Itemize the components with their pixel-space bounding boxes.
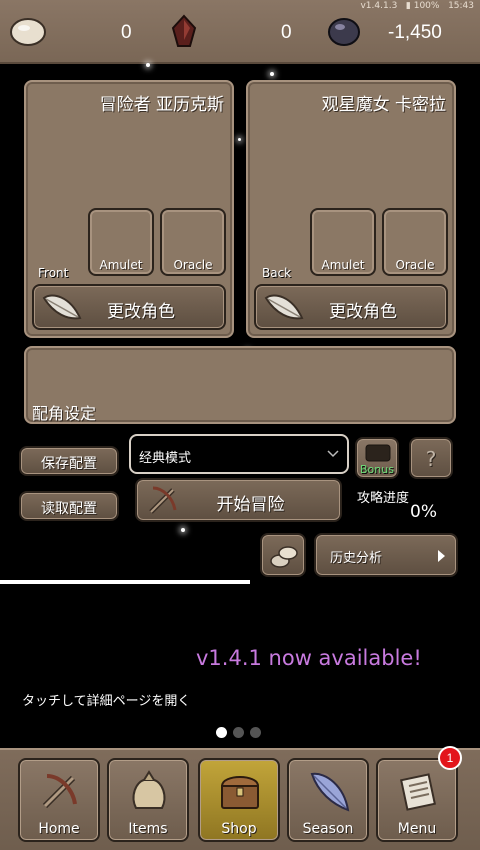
notification-badge: 1 xyxy=(438,746,462,770)
mode-select-value: 经典模式 xyxy=(139,451,192,466)
scroll-icon xyxy=(400,773,436,811)
nav-home[interactable]: Home xyxy=(18,758,100,842)
red-gem-icon xyxy=(171,14,197,47)
front-change-character-button[interactable]: 更改角色 xyxy=(32,284,226,330)
dark-gem-icon xyxy=(328,18,360,46)
history-analysis-label: 历史分析 xyxy=(330,551,383,566)
crossbow-icon xyxy=(42,774,77,809)
help-button[interactable]: ? xyxy=(409,437,453,479)
page-dot[interactable] xyxy=(250,727,261,738)
battery-icon: ▮ xyxy=(405,1,411,11)
bonus-label: Bonus xyxy=(360,463,394,476)
bottom-navigation: Home Items Shop Season Menu 1 xyxy=(0,746,480,850)
star xyxy=(238,138,241,141)
dark-gem-count: -1,450 xyxy=(388,22,442,43)
help-label: ? xyxy=(425,447,437,471)
back-change-character-button[interactable]: 更改角色 xyxy=(254,284,448,330)
version-text: v1.4.1.3 xyxy=(360,1,398,11)
loading-bar xyxy=(0,580,250,584)
nav-season[interactable]: Season xyxy=(287,758,369,842)
front-character-panel: 冒险者 亚历克斯 Amulet Oracle 更改角色 xyxy=(24,80,234,338)
progress-label: 攻略进度 xyxy=(357,491,410,506)
red-gem-count: 0 xyxy=(281,22,292,43)
support-settings-label: 配角设定 xyxy=(32,404,97,423)
nav-items-label: Items xyxy=(128,821,168,837)
change-character-label: 更改角色 xyxy=(107,302,175,322)
page-dot[interactable] xyxy=(233,727,244,738)
front-position-label: Front xyxy=(38,266,69,280)
chest-icon xyxy=(220,776,260,809)
nav-menu-label: Menu xyxy=(397,821,437,837)
start-adventure-label: 开始冒险 xyxy=(216,495,285,515)
status-bar: v1.4.1.3 ▮ 100% 15:43 xyxy=(360,1,474,11)
history-analysis-button[interactable]: 历史分析 xyxy=(314,533,458,577)
support-character-panel[interactable]: 配角设定 xyxy=(24,346,456,424)
back-oracle-slot[interactable]: Oracle xyxy=(382,208,448,276)
feather-icon xyxy=(310,772,350,812)
start-adventure-button[interactable]: 开始冒险 xyxy=(135,478,342,522)
resource-bar: v1.4.1.3 ▮ 100% 15:43 0 0 -1,450 xyxy=(0,0,480,64)
nav-menu[interactable]: Menu 1 xyxy=(376,746,462,842)
page-dot[interactable] xyxy=(216,727,227,738)
bonus-button[interactable]: Bonus xyxy=(355,437,399,479)
back-amulet-slot[interactable]: Amulet xyxy=(310,208,376,276)
star xyxy=(146,63,150,67)
mode-select[interactable]: 经典模式 xyxy=(129,434,349,474)
amulet-label: Amulet xyxy=(99,258,143,272)
back-character-panel: 观星魔女 卡密拉 Amulet Oracle 更改角色 xyxy=(246,80,456,338)
front-character-name: 冒险者 亚历克斯 xyxy=(99,95,224,115)
time-text: 15:43 xyxy=(448,1,474,11)
chevron-down-icon xyxy=(327,450,339,458)
chevron-right-icon xyxy=(438,550,445,562)
bag-icon xyxy=(132,770,166,809)
star xyxy=(270,72,274,76)
oracle-label: Oracle xyxy=(395,258,435,272)
update-notice[interactable]: v1.4.1 now available! xyxy=(196,646,422,670)
save-config-label: 保存配置 xyxy=(41,456,97,472)
front-amulet-slot[interactable]: Amulet xyxy=(88,208,154,276)
back-character-name: 观星魔女 卡密拉 xyxy=(321,95,446,115)
nav-home-label: Home xyxy=(38,821,80,837)
front-oracle-slot[interactable]: Oracle xyxy=(160,208,226,276)
load-config-button[interactable]: 读取配置 xyxy=(19,491,119,521)
video-icon xyxy=(365,444,391,462)
stone-count: 0 xyxy=(121,22,132,43)
nav-shop[interactable]: Shop xyxy=(198,758,280,842)
coins-icon xyxy=(270,546,298,568)
tap-detail-text[interactable]: タッチして詳細ページを開く xyxy=(22,690,190,709)
nav-items[interactable]: Items xyxy=(107,758,189,842)
stone-icon xyxy=(10,18,46,46)
battery-text: 100% xyxy=(413,1,440,11)
nav-shop-label: Shop xyxy=(221,821,257,837)
load-config-label: 读取配置 xyxy=(41,501,97,517)
back-position-label: Back xyxy=(262,266,292,280)
change-character-label: 更改角色 xyxy=(329,302,397,322)
star xyxy=(181,528,185,532)
coins-button[interactable] xyxy=(260,533,306,577)
nav-season-label: Season xyxy=(302,821,354,837)
save-config-button[interactable]: 保存配置 xyxy=(19,446,119,476)
progress-value: 0% xyxy=(410,502,437,522)
oracle-label: Oracle xyxy=(173,258,213,272)
amulet-label: Amulet xyxy=(321,258,365,272)
